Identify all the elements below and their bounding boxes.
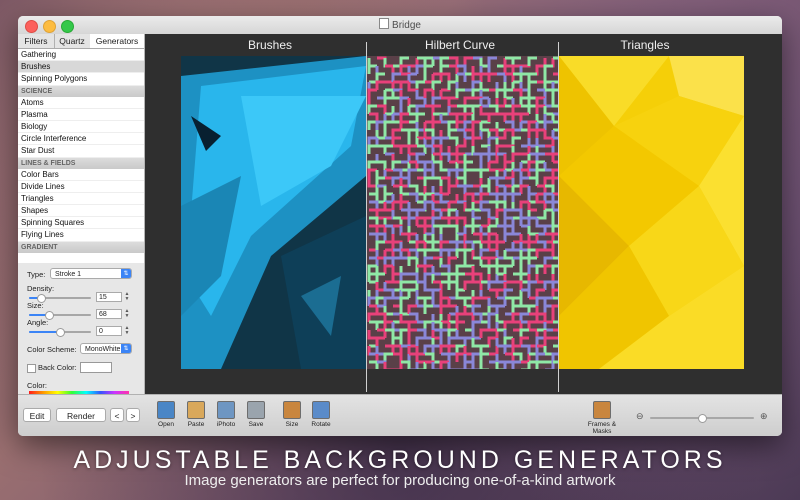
popup-arrows-icon: ⇅ <box>121 344 131 353</box>
tool-label: iPhoto <box>216 421 236 428</box>
triangles-image <box>559 56 744 369</box>
generator-item[interactable]: Flying Lines <box>18 229 144 242</box>
tab-filters[interactable]: Filters <box>18 34 55 48</box>
color-scheme-label: Color Scheme: <box>27 345 77 354</box>
generator-list: Gathering Brushes Spinning Polygons SCIENCE… <box>18 49 144 253</box>
hilbert-image <box>367 56 558 369</box>
panel-title-triangles: Triangles <box>620 38 670 52</box>
generator-item[interactable]: Biology <box>18 121 144 134</box>
generator-item[interactable]: Divide Lines <box>18 181 144 193</box>
title-bar: Bridge <box>18 16 782 35</box>
type-label: Type: <box>27 270 46 279</box>
generator-item[interactable]: Circle Interference <box>18 133 144 146</box>
type-popup[interactable]: Stroke 1 ⇅ <box>50 268 132 279</box>
edit-button[interactable]: Edit <box>23 408 51 422</box>
bottom-toolbar: Edit Render < > Open Paste iPhoto Save Size R… <box>18 394 782 436</box>
generator-item[interactable]: Brushes <box>18 61 144 74</box>
brushes-image <box>181 56 366 369</box>
zoom-in-icon[interactable]: ⊕ <box>760 411 768 422</box>
size-stepper-icon[interactable]: ▲ ▼ <box>124 309 130 319</box>
tool-label: Open <box>158 421 174 428</box>
generator-item[interactable]: Gathering <box>18 49 144 62</box>
size-label: Size: <box>27 301 44 310</box>
back-color-swatch[interactable] <box>80 362 112 373</box>
tool-label: Save <box>248 421 264 428</box>
generator-item[interactable]: Spinning Squares <box>18 217 144 230</box>
window-title: Bridge <box>18 18 782 31</box>
size-field[interactable]: 68 <box>96 309 122 319</box>
generator-item[interactable]: Spinning Polygons <box>18 73 144 86</box>
rotate-tool-button[interactable]: Rotate <box>307 401 335 428</box>
iphoto-icon <box>217 401 235 419</box>
tab-generators[interactable]: Generators <box>90 34 144 48</box>
density-field[interactable]: 15 <box>96 292 122 302</box>
app-window: Bridge Filters Quartz Generators Gatheri… <box>18 16 782 436</box>
frames-and-masks-tool[interactable]: Frames & Masks <box>578 401 626 435</box>
popup-arrows-icon: ⇅ <box>121 269 131 278</box>
tool-label: Rotate <box>311 421 331 428</box>
tool-label: Paste <box>187 421 205 428</box>
angle-field[interactable]: 0 <box>96 326 122 336</box>
frames-label: Frames & Masks <box>587 421 617 435</box>
tool-label: Size <box>285 421 299 428</box>
save-tool-button[interactable]: Save <box>242 401 270 428</box>
category-header: LINES & FIELDS <box>18 157 144 169</box>
panel-title-brushes: Brushes <box>247 38 293 52</box>
angle-label: Angle: <box>27 318 49 327</box>
size-slider[interactable] <box>29 311 91 320</box>
angle-stepper-icon[interactable]: ▲ ▼ <box>124 326 130 336</box>
next-button[interactable]: > <box>126 408 140 422</box>
document-icon <box>379 18 390 29</box>
caption-subline: Image generators are perfect for produci… <box>184 472 616 489</box>
zoom-slider-knob[interactable] <box>698 414 707 423</box>
sidebar-tabs: Filters Quartz Generators <box>18 34 144 49</box>
size-tool-button[interactable]: Size <box>278 401 306 428</box>
generator-item[interactable]: Atoms <box>18 97 144 109</box>
angle-slider-knob[interactable] <box>56 328 65 337</box>
rotate-icon <box>312 401 330 419</box>
generator-item[interactable]: Plasma <box>18 109 144 121</box>
back-color-checkbox[interactable] <box>27 364 36 373</box>
caption-headline: ADJUSTABLE BACKGROUND GENERATORS <box>73 446 727 474</box>
iphoto-tool-button[interactable]: iPhoto <box>212 401 240 428</box>
sidebar: Filters Quartz Generators Gathering Brush… <box>18 34 145 423</box>
type-value: Stroke 1 <box>55 271 82 278</box>
frames-icon <box>593 401 611 419</box>
size-icon <box>283 401 301 419</box>
zoom-slider[interactable] <box>650 414 754 423</box>
previous-button[interactable]: < <box>110 408 124 422</box>
density-slider[interactable] <box>29 294 91 303</box>
preview-canvas: Brushes Hilbert Curve Triangles <box>145 34 782 394</box>
angle-slider[interactable] <box>29 328 91 337</box>
color-scheme-popup[interactable]: MonoWhite ⇅ <box>80 343 132 354</box>
generator-item[interactable]: Color Bars <box>18 169 144 181</box>
density-stepper-icon[interactable]: ▲ ▼ <box>124 292 130 302</box>
category-header: GRADIENT <box>18 241 144 253</box>
paste-tool-button[interactable]: Paste <box>182 401 210 428</box>
triangles-preview <box>559 56 744 369</box>
save-icon <box>247 401 265 419</box>
density-label: Density: <box>27 284 55 293</box>
zoom-out-icon[interactable]: ⊖ <box>636 411 644 422</box>
paste-icon <box>187 401 205 419</box>
tab-quartz[interactable]: Quartz <box>54 34 91 48</box>
brushes-preview <box>181 56 366 369</box>
window-title-text: Bridge <box>392 20 421 31</box>
generator-item[interactable]: Shapes <box>18 205 144 218</box>
panel-title-hilbert: Hilbert Curve <box>424 38 496 52</box>
color-label: Color: <box>27 381 48 390</box>
open-tool-button[interactable]: Open <box>152 401 180 428</box>
back-color-label: Back Color: <box>38 363 77 372</box>
category-header: SCIENCE <box>18 85 144 97</box>
generator-item[interactable]: Triangles <box>18 193 144 206</box>
generator-item[interactable]: Star Dust <box>18 145 144 158</box>
open-icon <box>157 401 175 419</box>
hilbert-preview <box>367 56 558 369</box>
render-button[interactable]: Render <box>56 408 106 422</box>
color-scheme-value: MonoWhite <box>85 346 121 353</box>
